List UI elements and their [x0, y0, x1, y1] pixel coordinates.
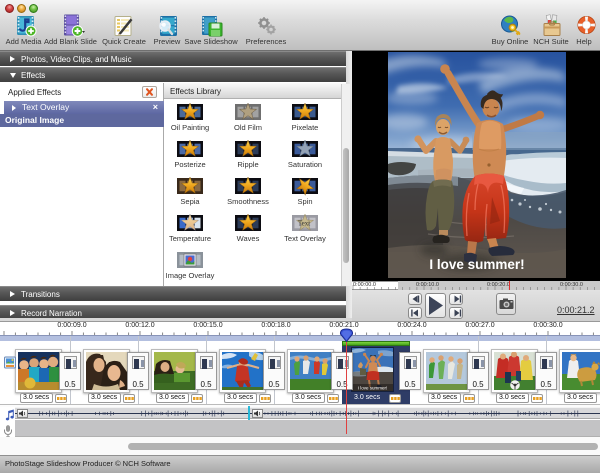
svg-text:I love summer!: I love summer! — [429, 257, 524, 272]
svg-text:I love summer!: I love summer! — [358, 386, 388, 391]
svg-text:Text: Text — [298, 220, 310, 228]
